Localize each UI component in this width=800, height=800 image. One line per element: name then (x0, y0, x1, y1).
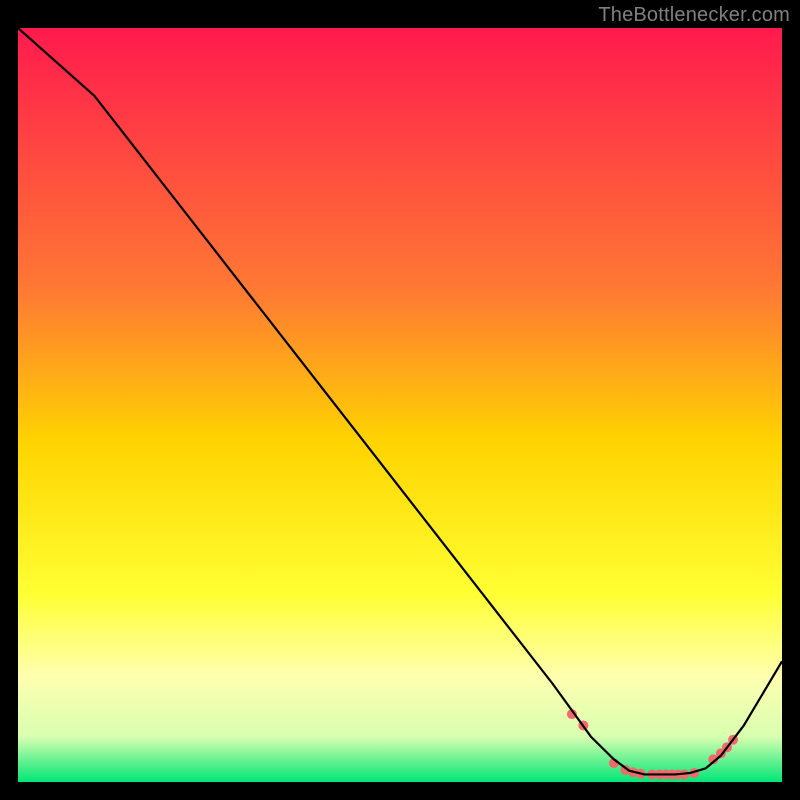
watermark-text: TheBottleneсker.com (598, 4, 790, 27)
chart-svg (18, 28, 782, 782)
chart-frame: TheBottleneсker.com (0, 0, 800, 800)
background-gradient (18, 28, 782, 782)
plot-area (18, 28, 782, 782)
